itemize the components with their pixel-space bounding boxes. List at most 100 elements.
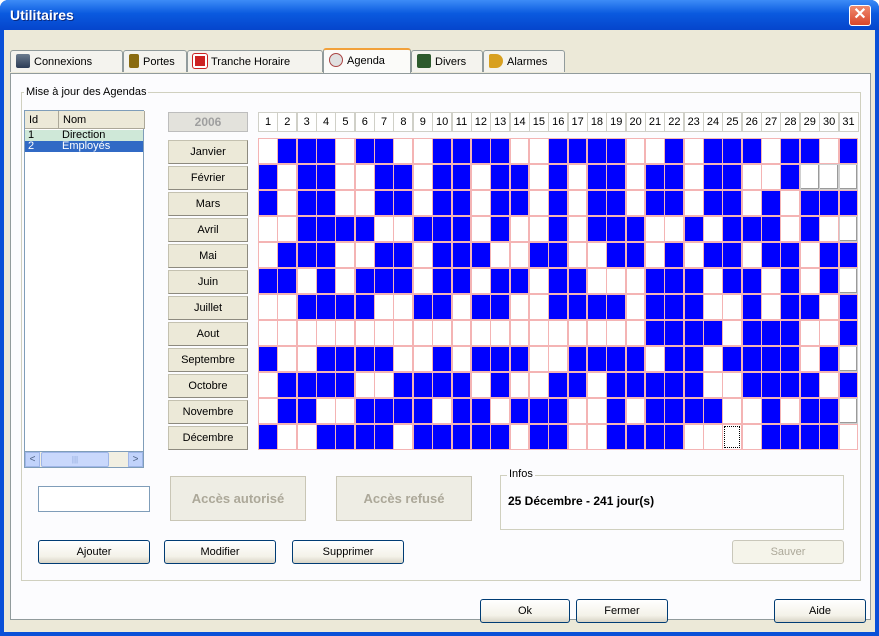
day-cell[interactable] xyxy=(741,398,762,424)
day-cell[interactable] xyxy=(819,294,839,320)
day-cell[interactable] xyxy=(645,294,665,320)
day-cell[interactable] xyxy=(432,242,452,268)
day-cell[interactable] xyxy=(838,372,859,398)
day-cell[interactable] xyxy=(490,242,511,268)
day-cell[interactable] xyxy=(509,268,530,294)
tab-divers[interactable]: Divers xyxy=(411,50,483,72)
day-cell[interactable] xyxy=(741,138,762,164)
day-cell[interactable] xyxy=(741,268,762,294)
day-cell[interactable] xyxy=(490,346,511,372)
day-cell[interactable] xyxy=(567,242,588,268)
day-cell[interactable] xyxy=(625,372,646,398)
ok-button[interactable]: Ok xyxy=(480,599,570,623)
day-cell[interactable] xyxy=(761,398,781,424)
day-cell[interactable] xyxy=(393,216,414,242)
day-cell[interactable] xyxy=(393,424,414,450)
day-cell[interactable] xyxy=(741,346,762,372)
day-cell[interactable] xyxy=(722,242,743,268)
day-cell[interactable] xyxy=(490,268,511,294)
sauver-button[interactable]: Sauver xyxy=(732,540,844,564)
day-cell[interactable] xyxy=(838,424,859,450)
day-cell[interactable] xyxy=(722,190,743,216)
day-cell[interactable] xyxy=(258,424,278,450)
day-cell[interactable] xyxy=(277,190,298,216)
day-cell[interactable] xyxy=(683,294,704,320)
day-cell[interactable] xyxy=(586,424,607,450)
day-cell[interactable] xyxy=(606,424,627,450)
day-cell[interactable] xyxy=(664,346,685,372)
day-cell[interactable] xyxy=(432,294,452,320)
day-cell[interactable] xyxy=(741,372,762,398)
day-cell[interactable] xyxy=(819,398,839,424)
day-cell[interactable] xyxy=(664,242,685,268)
day-cell[interactable] xyxy=(509,216,530,242)
list-horizontal-scrollbar[interactable]: < ||| > xyxy=(24,451,144,468)
day-cell[interactable] xyxy=(625,398,646,424)
day-cell[interactable] xyxy=(470,372,491,398)
day-cell[interactable] xyxy=(528,372,549,398)
day-cell[interactable] xyxy=(664,398,685,424)
day-cell[interactable] xyxy=(722,268,743,294)
day-cell[interactable] xyxy=(780,346,801,372)
day-cell[interactable] xyxy=(393,138,414,164)
day-cell[interactable] xyxy=(258,242,278,268)
day-cell[interactable] xyxy=(335,242,356,268)
day-cell[interactable] xyxy=(819,216,839,242)
day-cell[interactable] xyxy=(761,190,781,216)
day-cell[interactable] xyxy=(528,398,549,424)
day-cell[interactable] xyxy=(567,346,588,372)
day-cell[interactable] xyxy=(548,398,569,424)
day-cell[interactable] xyxy=(838,268,859,294)
day-cell[interactable] xyxy=(664,424,685,450)
day-cell[interactable] xyxy=(296,346,317,372)
day-cell[interactable] xyxy=(780,320,801,346)
day-cell[interactable] xyxy=(354,294,375,320)
day-cell[interactable] xyxy=(528,320,549,346)
day-cell[interactable] xyxy=(741,164,762,190)
day-cell[interactable] xyxy=(451,294,472,320)
day-cell[interactable] xyxy=(374,268,394,294)
day-cell[interactable] xyxy=(490,320,511,346)
day-cell[interactable] xyxy=(277,242,298,268)
day-cell[interactable] xyxy=(528,242,549,268)
day-cell[interactable] xyxy=(354,268,375,294)
day-cell[interactable] xyxy=(703,190,723,216)
tab-portes[interactable]: Portes xyxy=(123,50,187,72)
day-cell[interactable] xyxy=(258,268,278,294)
day-cell[interactable] xyxy=(548,268,569,294)
day-cell[interactable] xyxy=(277,372,298,398)
day-cell[interactable] xyxy=(296,268,317,294)
day-cell[interactable] xyxy=(838,242,859,268)
day-cell[interactable] xyxy=(645,138,665,164)
day-cell[interactable] xyxy=(799,346,820,372)
day-cell[interactable] xyxy=(722,294,743,320)
day-cell[interactable] xyxy=(470,346,491,372)
day-cell[interactable] xyxy=(296,424,317,450)
scroll-right-icon[interactable]: > xyxy=(128,452,143,467)
day-cell[interactable] xyxy=(645,242,665,268)
day-cell[interactable] xyxy=(258,320,278,346)
day-cell[interactable] xyxy=(432,138,452,164)
day-cell[interactable] xyxy=(509,294,530,320)
day-cell[interactable] xyxy=(819,164,839,190)
day-cell[interactable] xyxy=(258,164,278,190)
day-cell[interactable] xyxy=(567,216,588,242)
day-cell[interactable] xyxy=(722,164,743,190)
day-cell[interactable] xyxy=(258,138,278,164)
day-cell[interactable] xyxy=(586,294,607,320)
day-cell[interactable] xyxy=(354,372,375,398)
day-cell[interactable] xyxy=(722,424,743,450)
day-cell[interactable] xyxy=(528,294,549,320)
day-cell[interactable] xyxy=(432,164,452,190)
day-cell[interactable] xyxy=(470,424,491,450)
day-cell[interactable] xyxy=(277,398,298,424)
day-cell[interactable] xyxy=(296,372,317,398)
day-cell[interactable] xyxy=(722,216,743,242)
day-cell[interactable] xyxy=(335,320,356,346)
day-cell[interactable] xyxy=(625,164,646,190)
day-cell[interactable] xyxy=(316,164,336,190)
day-cell[interactable] xyxy=(741,190,762,216)
day-cell[interactable] xyxy=(432,372,452,398)
day-cell[interactable] xyxy=(374,424,394,450)
day-cell[interactable] xyxy=(528,216,549,242)
